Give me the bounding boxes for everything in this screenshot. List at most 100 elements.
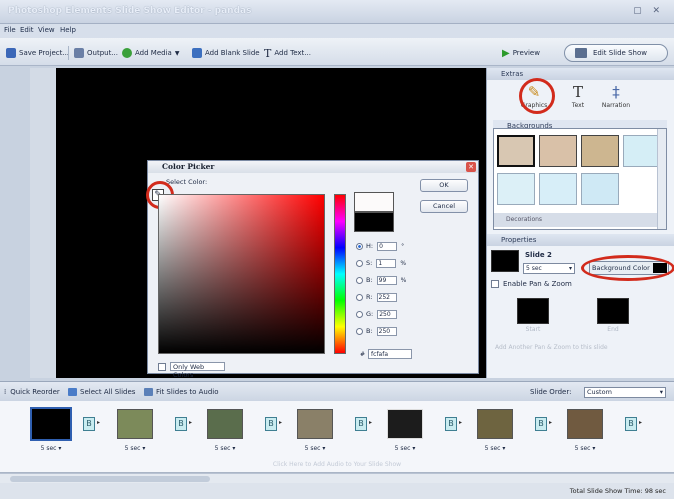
background-thumb[interactable] — [497, 135, 535, 167]
transition-arrow[interactable]: ▸ — [279, 419, 282, 426]
transition-arrow[interactable]: ▸ — [639, 419, 642, 426]
storyboard-slide[interactable] — [477, 409, 513, 439]
background-thumb[interactable] — [581, 173, 619, 205]
ok-button[interactable]: OK — [420, 179, 468, 192]
blue-field[interactable]: 250 — [376, 326, 397, 336]
slide-order-select[interactable]: Custom ▾ — [584, 387, 666, 398]
highlight-graphics — [519, 78, 555, 114]
add-text-button[interactable]: T Add Text... — [264, 46, 311, 60]
add-blank-slide-button[interactable]: Add Blank Slide — [192, 47, 260, 59]
preview-button[interactable]: ▶ Preview — [502, 47, 540, 59]
new-color-swatch — [354, 192, 394, 212]
color-field[interactable] — [158, 194, 325, 354]
background-thumb[interactable] — [539, 173, 577, 205]
background-thumb[interactable] — [623, 135, 661, 167]
add-media-button[interactable]: Add Media ▼ — [122, 47, 179, 59]
transition-arrow[interactable]: ▸ — [189, 419, 192, 426]
storyboard-slide[interactable] — [207, 409, 243, 439]
hue-slider[interactable] — [334, 194, 346, 354]
brightness-row[interactable]: B: 99 % — [356, 275, 406, 285]
storyboard-slide[interactable] — [387, 409, 423, 439]
text-tab[interactable]: T Text — [563, 82, 593, 109]
storyboard-slide[interactable] — [297, 409, 333, 439]
storyboard-scrollbar[interactable] — [0, 473, 674, 483]
slide-duration[interactable]: 5 sec ▾ — [115, 445, 155, 452]
hue-radio[interactable] — [356, 242, 363, 250]
duration-select[interactable]: 5 sec ▾ — [523, 263, 575, 274]
storyboard-slide[interactable] — [117, 409, 153, 439]
brightness-radio[interactable] — [356, 276, 363, 284]
menu-view[interactable]: View — [38, 26, 55, 34]
hex-field[interactable]: fcfafa — [368, 349, 413, 359]
color-picker-dialog: Color Picker ✕ Select Color: ✎ OK Cancel… — [146, 160, 479, 379]
slide-duration[interactable]: 5 sec ▾ — [31, 445, 71, 452]
properties-header[interactable]: Properties — [487, 234, 674, 246]
backgrounds-scrollbar[interactable] — [657, 129, 666, 229]
pan-zoom-end[interactable] — [597, 298, 629, 324]
green-radio[interactable] — [356, 310, 363, 318]
background-thumb[interactable] — [539, 135, 577, 167]
red-radio[interactable] — [356, 293, 363, 301]
add-audio-hint[interactable]: Click Here to Add Audio to Your Slide Sh… — [0, 461, 674, 468]
transition-arrow[interactable]: ▸ — [459, 419, 462, 426]
pan-zoom-start[interactable] — [517, 298, 549, 324]
blue-row[interactable]: B: 250 — [356, 326, 397, 336]
green-field[interactable]: 250 — [377, 309, 398, 319]
saturation-row[interactable]: S: 1 % — [356, 258, 406, 268]
floppy-disk-icon — [6, 48, 16, 58]
background-thumb[interactable] — [497, 173, 535, 205]
red-field[interactable]: 252 — [376, 292, 397, 302]
window-controls[interactable]: ▢ ✕ — [633, 6, 664, 16]
scrollbar-thumb[interactable] — [10, 476, 210, 482]
hue-row[interactable]: H: 0 ° — [356, 241, 404, 251]
color-picker-title: Color Picker — [148, 161, 478, 173]
quick-reorder-button[interactable]: ⁞ Quick Reorder — [4, 388, 60, 396]
slide-duration[interactable]: 5 sec ▾ — [205, 445, 245, 452]
pan-zoom-checkbox[interactable] — [491, 280, 499, 288]
text-icon: T — [572, 83, 583, 101]
transition-arrow[interactable]: ▸ — [369, 419, 372, 426]
storyboard-slide[interactable] — [567, 409, 603, 439]
storyboard-slide[interactable] — [30, 407, 72, 441]
decorations-header[interactable]: Decorations — [494, 213, 657, 227]
transition-icon[interactable]: B — [175, 417, 187, 431]
blue-radio[interactable] — [356, 327, 363, 335]
transition-icon[interactable]: B — [355, 417, 367, 431]
transition-icon[interactable]: B — [265, 417, 277, 431]
enable-pan-zoom[interactable]: Enable Pan & Zoom — [491, 280, 572, 288]
brightness-field[interactable]: 99 — [376, 275, 397, 285]
transition-arrow[interactable]: ▸ — [549, 419, 552, 426]
close-icon[interactable]: ✕ — [466, 162, 476, 172]
green-row[interactable]: G: 250 — [356, 309, 398, 319]
menu-help[interactable]: Help — [60, 26, 76, 34]
only-web-colors-checkbox[interactable] — [158, 362, 166, 371]
saturation-field[interactable]: 1 — [376, 258, 397, 268]
only-web-colors[interactable]: Only Web Colors — [158, 362, 225, 379]
slide-duration[interactable]: 5 sec ▾ — [475, 445, 515, 452]
transition-arrow[interactable]: ▸ — [97, 419, 100, 426]
cancel-button[interactable]: Cancel — [420, 200, 468, 213]
red-row[interactable]: R: 252 — [356, 292, 397, 302]
transition-icon[interactable]: B — [625, 417, 637, 431]
storyboard-toolbar: ⁞ Quick Reorder Select All Slides Fit Sl… — [0, 381, 674, 401]
saturation-radio[interactable] — [356, 259, 363, 267]
menu-file[interactable]: File — [4, 26, 16, 34]
slide-duration[interactable]: 5 sec ▾ — [565, 445, 605, 452]
menu-edit[interactable]: Edit — [20, 26, 34, 34]
transition-icon[interactable]: B — [83, 417, 95, 431]
edit-slideshow-button[interactable]: Edit Slide Show — [564, 44, 668, 62]
transition-icon[interactable]: B — [535, 417, 547, 431]
select-all-slides-button[interactable]: Select All Slides — [68, 388, 135, 396]
transition-icon[interactable]: B — [445, 417, 457, 431]
background-thumb[interactable] — [581, 135, 619, 167]
output-button[interactable]: Output... — [74, 47, 118, 59]
hue-field[interactable]: 0 — [377, 241, 398, 251]
save-project-button[interactable]: Save Project... — [6, 47, 69, 59]
narration-tab[interactable]: ‡ Narration — [601, 82, 631, 109]
fit-slides-to-audio-button[interactable]: Fit Slides to Audio — [144, 388, 219, 396]
slide-duration[interactable]: 5 sec ▾ — [295, 445, 335, 452]
extras-header[interactable]: Extras — [487, 68, 674, 80]
slide-duration[interactable]: 5 sec ▾ — [385, 445, 425, 452]
add-another-pan-zoom[interactable]: Add Another Pan & Zoom to this slide — [495, 344, 608, 351]
text-icon: T — [264, 46, 272, 60]
